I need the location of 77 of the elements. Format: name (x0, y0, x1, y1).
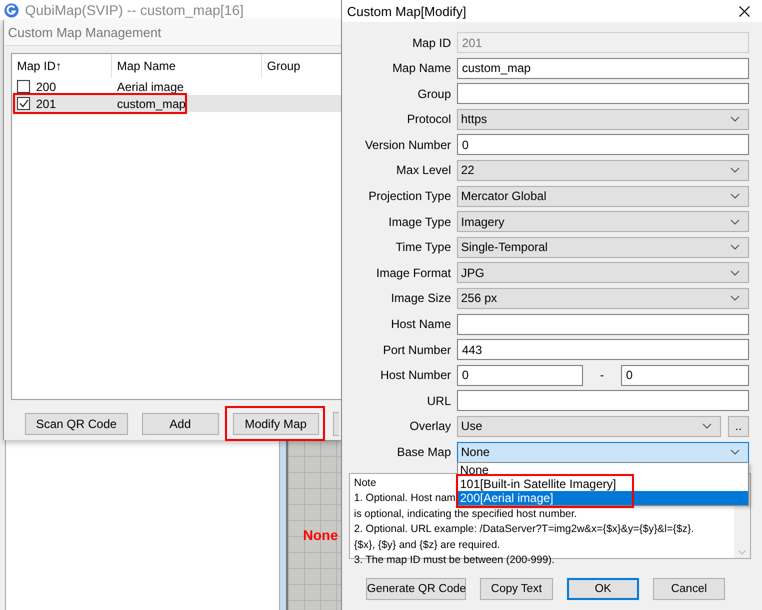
chevron-down-icon (730, 218, 740, 225)
dialog-button[interactable]: Cancel (653, 578, 725, 600)
dialog-button[interactable]: Generate QR Code (366, 578, 466, 600)
note-title: Note (354, 476, 376, 490)
text-field[interactable]: 443 (457, 339, 749, 360)
dropdown[interactable]: Use (457, 416, 721, 437)
table-cell: Aerial image (117, 80, 184, 94)
browse-button[interactable]: .. (728, 416, 749, 437)
dropdown-option[interactable]: 101[Built-in Satellite Imagery] (458, 476, 616, 490)
table-row[interactable]: 200 Aerial image (12, 78, 342, 95)
range-separator: - (599, 368, 605, 382)
field-label: Max Level (395, 162, 451, 180)
note-line: 3. The map ID must be between (200-999). (354, 553, 555, 568)
text-field[interactable]: custom_map (457, 58, 749, 79)
field-label: Port Number (382, 342, 451, 359)
dropdown[interactable]: Imagery (457, 211, 749, 232)
field-label: Time Type (394, 239, 451, 256)
dropdown[interactable]: Mercator Global (457, 186, 749, 207)
field-label: Base Map (396, 444, 451, 461)
field-label: Host Number (379, 367, 451, 384)
note-line: {$x}, {$y} and {$z} are required. (354, 538, 500, 552)
dropdown[interactable]: None (457, 442, 749, 462)
field-label: Projection Type (368, 188, 451, 206)
text-field[interactable]: 0 (457, 364, 583, 386)
field-label: URL (426, 392, 451, 410)
field-label: Image Type (388, 214, 451, 231)
dialog-button[interactable]: Modify Map (232, 413, 319, 435)
text-field[interactable] (457, 314, 749, 335)
chevron-down-icon (702, 423, 712, 430)
table-cell: 200 (36, 80, 56, 94)
field-label: Protocol (406, 111, 451, 128)
dropdown[interactable]: 256 px (457, 288, 749, 309)
chevron-down-icon (730, 270, 740, 276)
dropdown[interactable]: https (457, 108, 749, 130)
checkbox[interactable] (17, 97, 30, 110)
chevron-down-icon (730, 244, 740, 250)
column-header[interactable]: Map ID↑ (12, 54, 112, 78)
text-field[interactable]: 0 (457, 134, 749, 156)
note-line: 1. Optional. Host nam (354, 491, 456, 506)
chevron-down-icon (730, 449, 740, 455)
dropdown-option[interactable]: 200[Aerial image] (458, 490, 748, 504)
dialog-button[interactable]: Add (142, 413, 219, 435)
dialog-button[interactable]: Scan QR Code (25, 413, 128, 435)
field-label: Group (416, 86, 451, 103)
close-icon[interactable] (739, 6, 750, 16)
dialog-title: Custom Map[Modify] (347, 4, 466, 18)
field-label: Version Number (364, 136, 451, 154)
field-label: Host Name (390, 316, 451, 334)
field-label: Map Name (391, 60, 451, 78)
chevron-down-icon (730, 295, 740, 302)
field-label: Overlay (408, 418, 451, 436)
app-logo-icon (4, 2, 19, 18)
note-line: 2. Optional. URL example: /DataServer?T=img2w&x={$x}&y={$y}&l={$z}. (354, 522, 694, 537)
dropdown[interactable]: JPG (457, 262, 749, 284)
dropdown-option[interactable]: None (458, 462, 489, 476)
field-label: Map ID (411, 34, 451, 52)
dialog-title: Custom Map Management (4, 20, 342, 46)
table-cell: 201 (36, 96, 56, 110)
note-line: is optional, indicating the specified host number. (354, 506, 577, 522)
chevron-down-icon (730, 193, 740, 200)
chevron-down-icon (730, 167, 740, 174)
map-label: None (303, 527, 338, 543)
table-cell: custom_map (117, 96, 186, 110)
table-row[interactable]: 201 custom_map (12, 95, 342, 112)
window-title: QubiMap(SVIP) -- custom_map[16] (25, 2, 244, 18)
dialog-button[interactable]: OK (567, 578, 639, 600)
text-field[interactable] (457, 83, 749, 104)
checkbox[interactable] (17, 80, 30, 93)
field-label: Image Format (375, 264, 451, 282)
text-field[interactable] (457, 390, 749, 412)
dropdown[interactable]: 22 (457, 160, 749, 181)
field-label: Image Size (390, 290, 451, 308)
column-header[interactable]: Map Name (112, 54, 262, 78)
chevron-down-icon (730, 116, 740, 122)
dropdown[interactable]: Single-Temporal (457, 236, 749, 258)
text-field[interactable]: 0 (621, 364, 749, 386)
dialog-button[interactable]: Copy Text (480, 578, 553, 600)
